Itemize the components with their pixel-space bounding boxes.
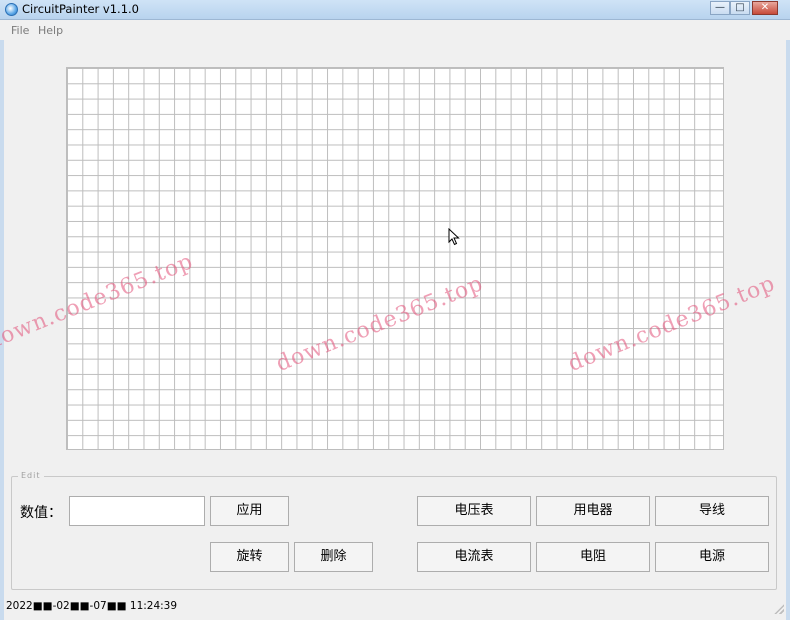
title-bar: CircuitPainter v1.1.0 — □ ✕ xyxy=(0,0,790,20)
resistor-button[interactable]: 电阻 xyxy=(536,542,650,572)
delete-button[interactable]: 删除 xyxy=(294,542,373,572)
resize-grip[interactable] xyxy=(774,604,784,614)
window-frame-right xyxy=(786,40,790,620)
edit-groupbox xyxy=(11,476,777,590)
rotate-button[interactable]: 旋转 xyxy=(210,542,289,572)
appliance-button[interactable]: 用电器 xyxy=(536,496,650,526)
value-label: 数值： xyxy=(20,505,62,521)
voltmeter-button[interactable]: 电压表 xyxy=(417,496,531,526)
window-title: CircuitPainter v1.1.0 xyxy=(22,2,139,16)
power-source-button[interactable]: 电源 xyxy=(655,542,769,572)
maximize-button[interactable]: □ xyxy=(730,1,750,15)
minimize-button[interactable]: — xyxy=(710,1,730,15)
menu-help[interactable]: Help xyxy=(38,24,63,37)
menu-file[interactable]: File xyxy=(11,24,29,37)
apply-button[interactable]: 应用 xyxy=(210,496,289,526)
ammeter-button[interactable]: 电流表 xyxy=(417,542,531,572)
app-icon xyxy=(5,3,18,16)
mouse-cursor-icon xyxy=(448,228,460,246)
menu-bar: File Help xyxy=(0,20,790,40)
status-datetime: 2022■■-02■■-07■■ 11:24:39 xyxy=(6,600,178,612)
value-input[interactable] xyxy=(69,496,205,526)
edit-group-legend: Edit xyxy=(18,471,44,480)
close-button[interactable]: ✕ xyxy=(752,1,778,15)
wire-button[interactable]: 导线 xyxy=(655,496,769,526)
